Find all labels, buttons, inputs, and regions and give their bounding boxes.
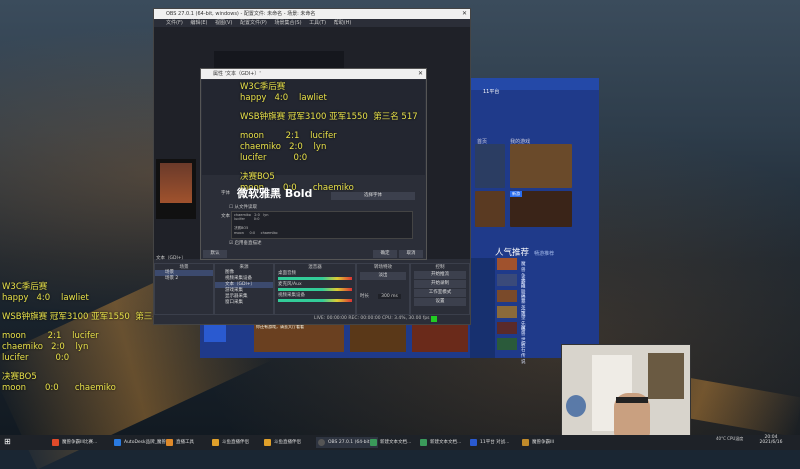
mixer-track-label: 桌面音频 — [278, 271, 296, 276]
properties-dialog[interactable]: 属性 '文本（GDI+）' ✕ W3C季后赛 happy 4:0 lawliet… — [200, 68, 427, 260]
preview-line: happy 4:0 lawliet — [240, 93, 327, 103]
scene-item[interactable]: 场景 2 — [155, 276, 213, 282]
obs-menubar: 文件(F) 编辑(E) 视图(V) 配置文件(P) 场景集合(S) 工具(T) … — [154, 19, 470, 27]
game-tile[interactable] — [510, 144, 572, 188]
overlay-line: moon 2:1 lucifer — [2, 331, 99, 341]
volume-meter — [278, 299, 352, 302]
taskbar-item[interactable]: 直播工具 — [164, 437, 216, 448]
transition-select[interactable]: 淡出 — [360, 272, 406, 280]
webcam-fan — [566, 395, 586, 417]
taskbar: ⊞ 魔兽争霸III比赛... AutoDesk品牌_魔兽... 直播工具 斗鱼直… — [0, 435, 800, 450]
close-icon[interactable]: ✕ — [462, 9, 467, 19]
overlay-line: moon 0:0 chaemiko — [2, 383, 116, 393]
preview-line: chaemiko 2:0 lyn — [240, 142, 327, 152]
mixer-track-label: 麦克风/Aux — [278, 282, 302, 287]
transitions-dock: 转场特效 淡出 时长 300 ms — [356, 263, 410, 315]
windows-start-icon[interactable]: ⊞ — [4, 438, 12, 446]
volume-meter — [278, 288, 352, 291]
transitions-dock-title: 转场特效 — [374, 265, 392, 270]
obs-status-bar: LIVE: 00:00:00 REC: 00:00:00 CPU: 3.4%, … — [314, 316, 430, 321]
menu-help[interactable]: 帮助(H) — [334, 20, 352, 26]
studio-mode-button[interactable]: 工作室模式 — [414, 289, 466, 297]
obs-title: OBS 27.0.1 (64-bit, windows) - 配置文件: 未命名… — [166, 11, 316, 17]
scenes-dock: 场景 场景 场景 2 — [154, 263, 214, 315]
webcam-feed — [561, 344, 691, 438]
promo-card[interactable] — [412, 322, 468, 352]
controls-dock: 控制 开始推流 开始录制 工作室模式 设置 — [410, 263, 470, 315]
menu-profile[interactable]: 配置文件(P) — [240, 20, 267, 26]
popular-header: 人气推荐 畅游推荐 — [495, 240, 554, 259]
vertical-checkbox[interactable]: ☑ 启用垂直描述 — [229, 240, 261, 246]
overlay-line: lucifer 0:0 — [2, 353, 70, 363]
preview-line: W3C季后赛 — [240, 82, 286, 92]
sources-dock: 来源 图像 视频采集设备 文本（GDI+） 游戏采集 显示器采集 窗口采集 — [214, 263, 274, 315]
platform-header: 11平台 — [483, 89, 500, 95]
preview-line: lucifer 0:0 — [240, 153, 308, 163]
mixer-track-label: 视频采集设备 — [278, 293, 305, 298]
start-streaming-button[interactable]: 开始推流 — [414, 271, 466, 279]
overlay-line: chaemiko 2:0 lyn — [2, 342, 89, 352]
defaults-button[interactable]: 默认 — [203, 250, 227, 258]
new-game-badge: 新游 — [510, 191, 522, 197]
source-item[interactable]: 窗口采集 — [215, 300, 273, 306]
taskbar-item[interactable]: 11平台 对战... — [468, 437, 528, 448]
text-input-content: chaemiko 2:0 lyn lucifer 0:0 决赛BO5 moon … — [234, 213, 278, 235]
game-tile[interactable] — [475, 191, 505, 227]
duration-input[interactable]: 300 ms — [378, 294, 401, 299]
webcam-shelf — [648, 353, 684, 399]
system-tray-status[interactable]: 40°C CPU温度 — [716, 436, 743, 442]
popular-subtitle: 畅游推荐 — [534, 251, 555, 257]
game-tile[interactable]: 新游 — [510, 191, 572, 227]
overlay-line: 决赛BO5 — [2, 372, 37, 382]
menu-file[interactable]: 文件(F) — [166, 20, 183, 26]
mixer-dock: 混音器 桌面音频 麦克风/Aux 视频采集设备 — [274, 263, 356, 315]
menu-view[interactable]: 视图(V) — [215, 20, 232, 26]
webcam-glasses — [616, 397, 648, 403]
preview-line: WSB钟旗赛 冠军3100 亚军1550 第三名 517 — [240, 112, 418, 122]
promo-card[interactable] — [350, 322, 406, 352]
clock-date: 2021/6/16 — [759, 440, 783, 445]
start-recording-button[interactable]: 开始录制 — [414, 280, 466, 288]
preview-game-capture — [156, 159, 196, 219]
taskbar-clock[interactable]: 20:04 2021/6/16 — [756, 435, 786, 445]
obs-titlebar[interactable]: OBS 27.0.1 (64-bit, windows) - 配置文件: 未命名… — [154, 9, 470, 19]
promo-card[interactable]: 你还有游戏，请去大厅看看 — [254, 322, 344, 352]
taskbar-item[interactable]: 斗鱼直播伴侣 — [262, 437, 322, 448]
game-platform-window[interactable]: 11平台 首页 我的游戏 新游 人气推荐 畅游推荐 魔兽争霸III 英雄联盟 风… — [469, 78, 599, 365]
dialog-titlebar[interactable]: 属性 '文本（GDI+）' ✕ — [201, 69, 426, 79]
scene-label: 文本（GDI+） — [156, 256, 187, 261]
game-tile[interactable] — [475, 144, 505, 188]
ok-button[interactable]: 确定 — [373, 250, 397, 258]
left-banner — [469, 258, 495, 358]
select-font-button[interactable]: 选择字体 — [331, 192, 415, 200]
menu-tools[interactable]: 工具(T) — [309, 20, 326, 26]
controls-dock-title: 控制 — [435, 265, 445, 270]
status-indicator-icon — [431, 316, 437, 322]
font-field-label: 字体 — [221, 191, 230, 196]
dialog-title: 属性 '文本（GDI+）' — [213, 71, 261, 77]
preview-line: moon 2:1 lucifer — [240, 131, 337, 141]
volume-meter — [278, 277, 352, 280]
read-from-file-checkbox[interactable]: ☐ 从文件读取 — [229, 204, 257, 210]
text-source-preview: W3C季后赛 happy 4:0 lawliet WSB钟旗赛 冠军3100 亚… — [202, 80, 425, 193]
taskbar-item[interactable]: 斗鱼直播伴侣 — [210, 437, 270, 448]
text-field-label: 文本 — [221, 214, 230, 219]
popular-title: 人气推荐 — [495, 248, 530, 258]
close-icon[interactable]: ✕ — [418, 69, 423, 79]
duration-label: 时长 — [360, 294, 369, 299]
preview-line: 决赛BO5 — [240, 172, 275, 182]
platform-titlebar[interactable]: 11平台 — [469, 78, 599, 95]
taskbar-item[interactable]: 魔兽争霸III — [520, 437, 578, 448]
menu-scene-collection[interactable]: 场景集合(S) — [274, 20, 301, 26]
cancel-button[interactable]: 取消 — [399, 250, 423, 258]
font-name-display: 微软雅黑 Bold — [237, 187, 313, 200]
menu-edit[interactable]: 编辑(E) — [190, 20, 207, 26]
settings-button[interactable]: 设置 — [414, 298, 466, 306]
text-input-area[interactable]: chaemiko 2:0 lyn lucifer 0:0 决赛BO5 moon … — [231, 211, 413, 239]
